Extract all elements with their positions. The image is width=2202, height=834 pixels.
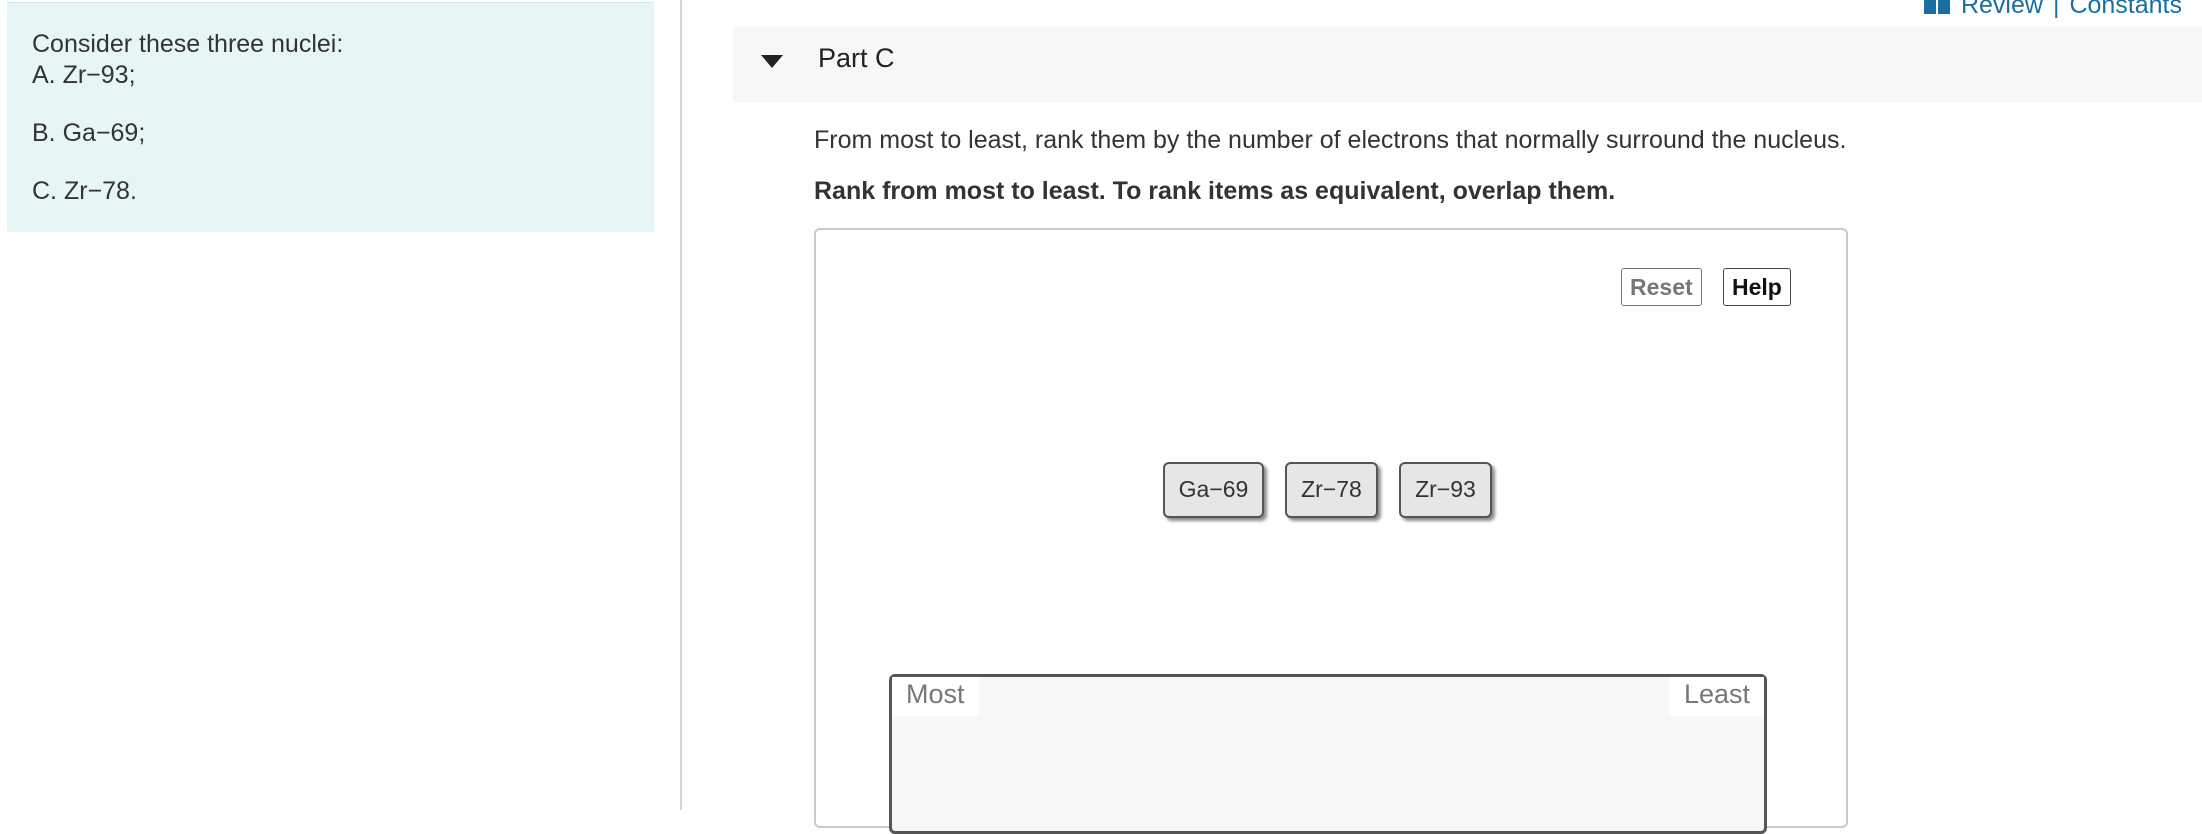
nucleus-item-a: A. Zr−93; xyxy=(32,61,136,89)
reset-button[interactable]: Reset xyxy=(1621,268,1702,306)
question-text: From most to least, rank them by the num… xyxy=(814,126,1847,154)
least-label: Least xyxy=(1669,677,1764,716)
part-title: Part C xyxy=(818,43,895,73)
help-button[interactable]: Help xyxy=(1723,268,1791,306)
rank-item-ga69[interactable]: Ga−69 xyxy=(1163,462,1264,518)
most-label: Most xyxy=(892,677,979,716)
rank-item-zr93[interactable]: Zr−93 xyxy=(1399,462,1492,518)
problem-intro-panel: Consider these three nuclei: A. Zr−93; B… xyxy=(7,2,654,232)
nucleus-item-c: C. Zr−78. xyxy=(32,177,137,205)
constants-link[interactable]: Constants xyxy=(2069,0,2182,20)
problem-intro-text: Consider these three nuclei: A. Zr−93; B… xyxy=(32,29,343,207)
intro-line: Consider these three nuclei: xyxy=(32,30,344,58)
ranking-drop-zone[interactable]: Most Least xyxy=(889,674,1767,834)
top-links: Review | Constants xyxy=(1923,0,2182,20)
link-separator: | xyxy=(2052,0,2060,19)
review-link[interactable]: Review xyxy=(1961,0,2043,20)
instruction-text: Rank from most to least. To rank items a… xyxy=(814,177,1616,205)
part-header[interactable]: Part C xyxy=(733,27,2202,102)
collapse-caret-icon[interactable] xyxy=(761,55,783,68)
book-icon xyxy=(1923,0,1950,14)
rank-item-zr78[interactable]: Zr−78 xyxy=(1285,462,1378,518)
panel-divider xyxy=(680,0,682,810)
nucleus-item-b: B. Ga−69; xyxy=(32,119,146,147)
ranking-widget: Reset Help Ga−69 Zr−78 Zr−93 Most Least xyxy=(814,228,1848,834)
